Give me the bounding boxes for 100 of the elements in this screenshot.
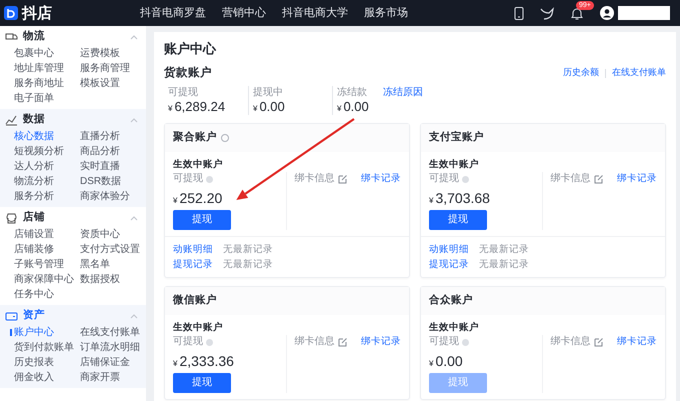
section-title[interactable]: 数据: [23, 112, 45, 128]
currency-symbol: ¥: [173, 358, 178, 370]
edit-icon[interactable]: [594, 337, 604, 347]
menu-item[interactable]: 任务中心: [14, 287, 76, 302]
menu-item[interactable]: 物流分析: [14, 174, 76, 189]
menu-item[interactable]: DSR数据: [80, 174, 146, 189]
menu-item[interactable]: 商家体验分: [80, 189, 146, 204]
menu-item[interactable]: 运费模板: [80, 46, 146, 61]
withdraw-button[interactable]: 提现: [173, 210, 231, 230]
available-label: 可提现: [173, 335, 203, 349]
info-icon[interactable]: [206, 338, 213, 346]
bell-icon[interactable]: [570, 6, 584, 20]
menu-item[interactable]: 服务商地址: [14, 76, 76, 91]
info-icon[interactable]: [206, 176, 213, 182]
link[interactable]: 绑卡记录: [617, 335, 657, 349]
nav-link[interactable]: 服务市场: [364, 8, 408, 18]
section-title[interactable]: 物流: [23, 29, 45, 45]
balance-amount: 0.00: [343, 99, 369, 115]
card-title: 聚合账户: [173, 130, 217, 146]
link[interactable]: 动账明细: [173, 242, 213, 257]
status-title: 生效中账户: [429, 321, 480, 335]
balance-amount: 0.00: [259, 99, 285, 115]
menu-item[interactable]: 模板设置: [80, 76, 146, 91]
caret-icon[interactable]: [130, 116, 138, 124]
menu-item[interactable]: 支付方式设置: [80, 242, 146, 257]
card-title: 支付宝账户: [429, 130, 484, 146]
menu-item[interactable]: 子账号管理: [14, 257, 76, 272]
menu-item[interactable]: 在线支付账单: [80, 325, 146, 340]
nav-link[interactable]: 营销中心: [222, 8, 266, 18]
link[interactable]: 历史余额: [563, 66, 599, 80]
link[interactable]: 提现记录: [429, 257, 469, 272]
available-label: 可提现: [429, 335, 459, 349]
edit-icon[interactable]: [594, 174, 604, 184]
menu-item[interactable]: 货到付款账单: [14, 340, 76, 355]
caret-icon[interactable]: [130, 214, 138, 222]
card-info-label: 绑卡信息: [550, 335, 590, 349]
help-icon[interactable]: [221, 134, 229, 142]
record-status: 无最新记录: [223, 258, 273, 272]
link[interactable]: 动账明细: [429, 242, 469, 257]
balance-amount: 6,289.24: [174, 99, 226, 115]
menu-item[interactable]: 商家开票: [80, 370, 146, 385]
menu-item[interactable]: 电子面单: [14, 91, 76, 106]
logo-icon: [4, 6, 18, 20]
username-block: [618, 6, 670, 20]
logo-text: 抖店: [22, 6, 52, 20]
caret-icon[interactable]: [130, 312, 138, 320]
available-label: 可提现: [429, 172, 459, 186]
menu-item[interactable]: 历史报表: [14, 355, 76, 370]
balance-amount: 3,703.68: [435, 189, 490, 208]
menu-item[interactable]: 商品分析: [80, 144, 146, 159]
menu-item[interactable]: 黑名单: [80, 257, 146, 272]
card-info-label: 绑卡信息: [294, 335, 334, 349]
menu-item[interactable]: 订单流水明细: [80, 340, 146, 355]
menu-item[interactable]: 服务分析: [14, 189, 76, 204]
link[interactable]: 在线支付账单: [612, 66, 666, 80]
menu-item[interactable]: 直播分析: [80, 129, 146, 144]
record-status: 无最新记录: [223, 243, 273, 257]
menu-item[interactable]: 店铺装修: [14, 242, 76, 257]
menu-item[interactable]: 核心数据: [14, 129, 76, 144]
menu-item[interactable]: 包裹中心: [14, 46, 76, 61]
balance-amount: 0.00: [435, 352, 463, 371]
menu-item[interactable]: 地址库管理: [14, 61, 76, 76]
page-title: 账户中心: [164, 40, 218, 58]
withdraw-button[interactable]: 提现: [429, 210, 487, 230]
edit-icon[interactable]: [338, 337, 348, 347]
section-title[interactable]: 店铺: [23, 210, 45, 226]
menu-item[interactable]: 商家保障中心: [14, 272, 76, 287]
menu-item[interactable]: 短视频分析: [14, 144, 76, 159]
section-title[interactable]: 资产: [23, 308, 45, 324]
menu-item[interactable]: 实时直播: [80, 159, 146, 174]
menu-item[interactable]: 服务商管理: [80, 61, 146, 76]
card-info-label: 绑卡信息: [550, 172, 590, 186]
link[interactable]: 绑卡记录: [617, 172, 657, 186]
link[interactable]: 绑卡记录: [361, 172, 401, 186]
record-status: 无最新记录: [479, 258, 529, 272]
link[interactable]: 冻结原因: [383, 86, 423, 99]
menu-item[interactable]: 店铺保证金: [80, 355, 146, 370]
phone-icon[interactable]: [514, 6, 524, 20]
section-icon: [5, 114, 18, 126]
balance-label: 提现中: [253, 86, 283, 99]
card-title: 微信账户: [173, 293, 217, 308]
menu-item[interactable]: 数据授权: [80, 272, 146, 287]
link[interactable]: 绑卡记录: [361, 335, 401, 349]
nav-link[interactable]: 抖音电商罗盘: [140, 8, 206, 18]
edit-icon[interactable]: [338, 174, 348, 184]
menu-item[interactable]: 店铺设置: [14, 227, 76, 242]
status-title: 生效中账户: [429, 158, 480, 172]
info-icon[interactable]: [462, 176, 469, 182]
nav-link[interactable]: 抖音电商大学: [282, 8, 348, 18]
caret-icon[interactable]: [130, 34, 138, 40]
avatar-icon[interactable]: [600, 6, 614, 20]
info-icon[interactable]: [462, 338, 469, 346]
menu-item[interactable]: 资质中心: [80, 227, 146, 242]
menu-item[interactable]: 达人分析: [14, 159, 76, 174]
currency-symbol: ¥: [429, 358, 434, 370]
withdraw-button[interactable]: 提现: [173, 373, 231, 393]
link[interactable]: 提现记录: [173, 257, 213, 272]
bird-icon[interactable]: [540, 6, 554, 20]
menu-item[interactable]: 佣金收入: [14, 370, 76, 385]
balance-label: 冻结款: [337, 86, 367, 99]
